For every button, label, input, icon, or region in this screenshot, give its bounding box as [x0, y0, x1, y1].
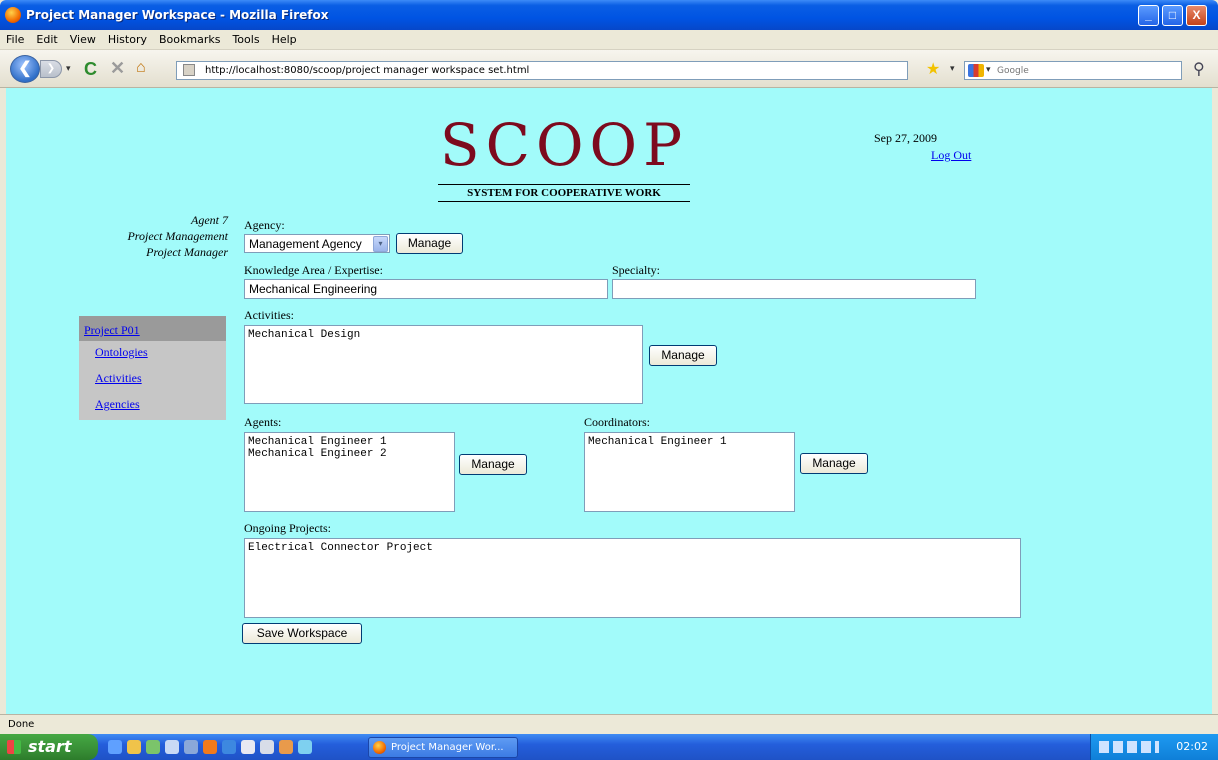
activities-manage-button[interactable]: Manage — [649, 345, 717, 366]
ie-icon[interactable] — [108, 740, 122, 754]
menu-view[interactable]: View — [64, 30, 102, 46]
user-role: Project Manager — [146, 245, 228, 259]
knowledge-field[interactable]: Mechanical Engineering — [244, 279, 608, 299]
agency-select[interactable]: Management Agency ▾ — [244, 234, 390, 253]
menu-tools[interactable]: Tools — [226, 30, 265, 46]
specialty-field[interactable] — [612, 279, 976, 299]
excel-icon[interactable] — [146, 740, 160, 754]
current-date: Sep 27, 2009 — [874, 131, 937, 145]
coordinators-manage-button[interactable]: Manage — [800, 453, 868, 474]
project-nav: Project P01 Ontologies Activities Agenci… — [79, 316, 226, 420]
menu-history[interactable]: History — [102, 30, 153, 46]
stop-icon[interactable]: ✕ — [110, 58, 125, 79]
tray-icons[interactable] — [1099, 741, 1159, 753]
bookmark-star-icon[interactable]: ★ — [926, 59, 940, 79]
agents-list[interactable]: Mechanical Engineer 1 Mechanical Enginee… — [244, 432, 455, 512]
url-bar[interactable]: http://localhost:8080/scoop/project mana… — [176, 61, 908, 80]
logo-text: SCOOP — [439, 111, 689, 179]
history-dropdown-icon[interactable]: ▾ — [66, 63, 71, 74]
firefox-icon — [373, 741, 386, 754]
menu-help[interactable]: Help — [266, 30, 303, 46]
save-workspace-button[interactable]: Save Workspace — [242, 623, 362, 644]
logo: SCOOP SYSTEM FOR COOPERATIVE WORK — [438, 116, 690, 202]
outlook-icon[interactable] — [165, 740, 179, 754]
clock: 02:02 — [1176, 740, 1208, 753]
forward-icon[interactable]: ❯ — [40, 60, 62, 78]
status-bar: Done — [0, 714, 1218, 734]
program-icon[interactable] — [279, 740, 293, 754]
folder-icon[interactable] — [127, 740, 141, 754]
page-favicon-icon — [183, 64, 195, 76]
ongoing-projects-list[interactable]: Electrical Connector Project — [244, 538, 1021, 618]
taskbar-item-firefox[interactable]: Project Manager Wor... — [368, 737, 518, 758]
taskbar: start Project Manager Wor... 02:02 — [0, 734, 1218, 760]
agents-label: Agents: — [244, 415, 282, 429]
activities-list[interactable]: Mechanical Design — [244, 325, 643, 404]
firefox-launch-icon[interactable] — [203, 740, 217, 754]
search-input[interactable] — [997, 63, 1177, 78]
menu-edit[interactable]: Edit — [30, 30, 63, 46]
navigation-toolbar: ❮ ❯ ▾ C ✕ ⌂ http://localhost:8080/scoop/… — [0, 50, 1218, 88]
logo-subtitle: SYSTEM FOR COOPERATIVE WORK — [438, 184, 690, 202]
search-engine-dropdown-icon[interactable]: ▾ — [986, 64, 991, 75]
search-box[interactable]: ▾ — [964, 61, 1182, 80]
quick-launch — [108, 740, 317, 754]
sidebar-item-ontologies[interactable]: Ontologies — [79, 341, 226, 367]
coordinators-label: Coordinators: — [584, 415, 650, 429]
knowledge-label: Knowledge Area / Expertise: — [244, 263, 383, 277]
agency-manage-button[interactable]: Manage — [396, 233, 463, 254]
logout-link[interactable]: Log Out — [931, 148, 971, 163]
reload-icon[interactable]: C — [84, 59, 97, 80]
agents-manage-button[interactable]: Manage — [459, 454, 527, 475]
user-name: Agent 7 — [191, 213, 228, 227]
coordinators-list[interactable]: Mechanical Engineer 1 — [584, 432, 795, 512]
specialty-label: Specialty: — [612, 263, 660, 277]
notepad-icon[interactable] — [260, 740, 274, 754]
close-button[interactable]: X — [1186, 5, 1207, 26]
firefox-icon — [5, 7, 21, 23]
menu-file[interactable]: File — [0, 30, 30, 46]
search-icon[interactable]: ⚲ — [1193, 59, 1205, 79]
start-button[interactable]: start — [0, 734, 98, 760]
system-tray: 02:02 — [1090, 734, 1218, 760]
sidebar-item-agencies[interactable]: Agencies — [79, 393, 226, 419]
app-icon[interactable] — [222, 740, 236, 754]
window-title: Project Manager Workspace - Mozilla Fire… — [26, 8, 329, 22]
taskbar-item-label: Project Manager Wor... — [391, 742, 504, 753]
search-engine-icon[interactable] — [968, 64, 984, 77]
url-dropdown-icon[interactable]: ▾ — [950, 63, 955, 74]
url-text[interactable]: http://localhost:8080/scoop/project mana… — [205, 65, 529, 76]
minimize-button[interactable]: _ — [1138, 5, 1159, 26]
agency-label: Agency: — [244, 218, 285, 232]
ongoing-projects-label: Ongoing Projects: — [244, 521, 331, 535]
chevron-down-icon[interactable]: ▾ — [373, 236, 388, 252]
status-text: Done — [8, 719, 35, 730]
windows-flag-icon — [7, 740, 21, 754]
document-icon[interactable] — [241, 740, 255, 754]
media-icon[interactable] — [184, 740, 198, 754]
project-link[interactable]: Project P01 — [79, 316, 226, 341]
menu-bookmarks[interactable]: Bookmarks — [153, 30, 226, 46]
page-content: SCOOP SYSTEM FOR COOPERATIVE WORK Sep 27… — [6, 88, 1212, 714]
chat-icon[interactable] — [298, 740, 312, 754]
user-info: Agent 7 Project Management Project Manag… — [80, 212, 228, 260]
window-titlebar[interactable]: Project Manager Workspace - Mozilla Fire… — [0, 0, 1218, 30]
user-department: Project Management — [127, 229, 228, 243]
home-icon[interactable]: ⌂ — [136, 59, 146, 77]
maximize-button[interactable]: □ — [1162, 5, 1183, 26]
menu-bar: File Edit View History Bookmarks Tools Help — [0, 30, 1218, 50]
start-label: start — [28, 737, 72, 756]
agency-select-value: Management Agency — [249, 237, 362, 251]
activities-label: Activities: — [244, 308, 294, 322]
sidebar-item-activities[interactable]: Activities — [79, 367, 226, 393]
back-icon[interactable]: ❮ — [10, 55, 40, 83]
